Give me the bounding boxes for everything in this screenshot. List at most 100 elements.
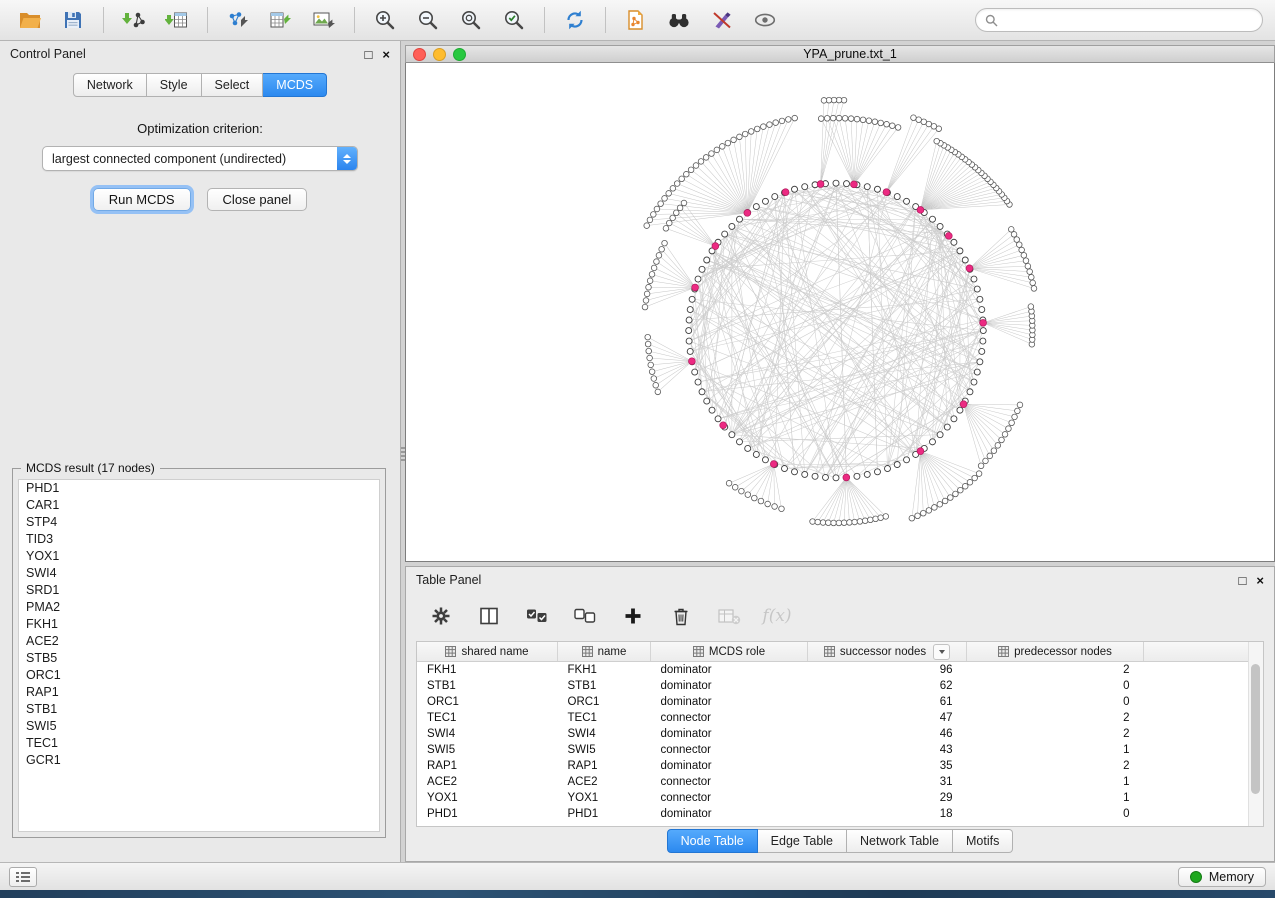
sort-descending-icon[interactable] <box>933 644 950 660</box>
hide-selected-button[interactable] <box>704 4 740 36</box>
column-header-predecessor-nodes[interactable]: predecessor nodes <box>967 642 1144 662</box>
search-box[interactable] <box>975 8 1263 32</box>
run-mcds-button[interactable]: Run MCDS <box>93 188 191 211</box>
table-row[interactable]: PHD1PHD1dominator180 <box>417 806 1249 822</box>
close-panel-icon[interactable]: × <box>382 48 390 61</box>
save-session-button[interactable] <box>55 4 91 36</box>
panel-menu-button[interactable] <box>9 867 37 887</box>
table-options-button[interactable] <box>424 600 458 632</box>
tab-motifs[interactable]: Motifs <box>953 829 1013 853</box>
table-scrollbar-thumb[interactable] <box>1251 664 1260 794</box>
function-builder-button[interactable]: f(x) <box>760 600 794 632</box>
first-neighbors-button[interactable] <box>661 4 697 36</box>
float-panel-icon[interactable]: □ <box>365 48 373 61</box>
table-row[interactable]: RAP1RAP1dominator352 <box>417 758 1249 774</box>
mcds-result-item[interactable]: SWI4 <box>19 565 379 582</box>
zoom-selected-button[interactable] <box>496 4 532 36</box>
function-builder-icon: f(x) <box>762 606 791 626</box>
delete-column-button[interactable] <box>664 600 698 632</box>
refresh-layout-button[interactable] <box>557 4 593 36</box>
deselect-all-rows-button[interactable] <box>568 600 602 632</box>
zoom-fit-button[interactable] <box>453 4 489 36</box>
column-header-name[interactable]: name <box>558 642 651 662</box>
network-graph[interactable] <box>406 63 1274 561</box>
open-session-button[interactable] <box>12 4 48 36</box>
network-from-selection-button[interactable] <box>618 4 654 36</box>
column-type-icon <box>824 646 835 657</box>
mcds-result-item[interactable]: PMA2 <box>19 599 379 616</box>
table-cell: RAP1 <box>558 758 651 774</box>
export-image-button[interactable] <box>306 4 342 36</box>
close-table-panel-icon[interactable]: × <box>1256 574 1264 587</box>
table-cell-filler <box>1144 694 1250 710</box>
mcds-result-item[interactable]: ACE2 <box>19 633 379 650</box>
column-type-icon <box>582 646 593 657</box>
mcds-result-item[interactable]: STB5 <box>19 650 379 667</box>
mcds-result-item[interactable]: TEC1 <box>19 735 379 752</box>
float-table-panel-icon[interactable]: □ <box>1239 574 1247 587</box>
table-options-icon <box>431 606 451 626</box>
mcds-result-item[interactable]: RAP1 <box>19 684 379 701</box>
mcds-result-item[interactable]: YOX1 <box>19 548 379 565</box>
table-row[interactable]: YOX1YOX1connector291 <box>417 790 1249 806</box>
table-row[interactable]: ACE2ACE2connector311 <box>417 774 1249 790</box>
optimization-criterion-dropdown[interactable]: largest connected component (undirected) <box>42 146 358 171</box>
refresh-layout-icon <box>564 9 586 31</box>
table-cell: SWI4 <box>417 726 558 742</box>
export-network-button[interactable] <box>220 4 256 36</box>
memory-button[interactable]: Memory <box>1178 867 1266 887</box>
zoom-in-button[interactable] <box>367 4 403 36</box>
mcds-result-item[interactable]: SWI5 <box>19 718 379 735</box>
control-panel: Control Panel □ × NetworkStyleSelectMCDS… <box>0 41 401 862</box>
tab-style[interactable]: Style <box>147 73 202 97</box>
tab-network-table[interactable]: Network Table <box>847 829 953 853</box>
tab-network[interactable]: Network <box>73 73 147 97</box>
close-panel-button[interactable]: Close panel <box>207 188 308 211</box>
mcds-result-item[interactable]: ORC1 <box>19 667 379 684</box>
zoom-out-button[interactable] <box>410 4 446 36</box>
select-all-rows-button[interactable] <box>520 600 554 632</box>
import-network-button[interactable] <box>116 4 152 36</box>
import-table-button[interactable] <box>159 4 195 36</box>
add-column-button[interactable] <box>616 600 650 632</box>
table-scrollbar[interactable] <box>1248 642 1263 826</box>
tab-mcds[interactable]: MCDS <box>263 73 327 97</box>
mcds-result-item[interactable]: STP4 <box>19 514 379 531</box>
column-header-MCDS-role[interactable]: MCDS role <box>651 642 808 662</box>
import-table-icon <box>165 10 189 30</box>
show-columns-button[interactable] <box>472 600 506 632</box>
column-header-shared-name[interactable]: shared name <box>417 642 558 662</box>
tab-edge-table[interactable]: Edge Table <box>758 829 847 853</box>
mcds-result-item[interactable]: FKH1 <box>19 616 379 633</box>
mcds-result-item[interactable]: SRD1 <box>19 582 379 599</box>
mcds-result-item[interactable]: TID3 <box>19 531 379 548</box>
table-cell: STB1 <box>558 678 651 694</box>
table-row[interactable]: FKH1FKH1dominator962 <box>417 662 1249 679</box>
window-minimize-button[interactable] <box>433 48 446 61</box>
show-all-button[interactable] <box>747 4 783 36</box>
export-table-button[interactable] <box>263 4 299 36</box>
toolbar-separator <box>207 7 208 33</box>
search-input[interactable] <box>1003 12 1253 28</box>
table-cell-filler <box>1144 758 1250 774</box>
table-panel-title: Table Panel <box>416 573 481 587</box>
mcds-result-item[interactable]: CAR1 <box>19 497 379 514</box>
table-row[interactable]: SWI4SWI4dominator462 <box>417 726 1249 742</box>
table-row[interactable]: STB1STB1dominator620 <box>417 678 1249 694</box>
column-header-label: shared name <box>461 646 528 658</box>
table-cell: RAP1 <box>417 758 558 774</box>
tab-select[interactable]: Select <box>202 73 264 97</box>
tab-node-table[interactable]: Node Table <box>667 829 758 853</box>
delete-table-button[interactable] <box>712 600 746 632</box>
window-zoom-button[interactable] <box>453 48 466 61</box>
table-row[interactable]: SWI5SWI5connector431 <box>417 742 1249 758</box>
mcds-result-item[interactable]: STB1 <box>19 701 379 718</box>
table-cell: connector <box>651 710 808 726</box>
table-row[interactable]: ORC1ORC1dominator610 <box>417 694 1249 710</box>
mcds-result-item[interactable]: GCR1 <box>19 752 379 769</box>
column-header-successor-nodes[interactable]: successor nodes <box>808 642 967 662</box>
mcds-result-item[interactable]: PHD1 <box>19 480 379 497</box>
network-canvas[interactable] <box>405 63 1275 562</box>
window-close-button[interactable] <box>413 48 426 61</box>
table-row[interactable]: TEC1TEC1connector472 <box>417 710 1249 726</box>
